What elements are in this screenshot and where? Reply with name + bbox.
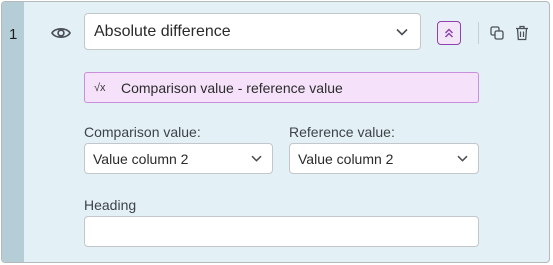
- heading-input[interactable]: [84, 216, 479, 247]
- chevron-down-icon: [457, 155, 468, 162]
- chevron-down-icon: [396, 28, 408, 36]
- trash-icon[interactable]: [514, 24, 530, 42]
- eye-icon[interactable]: [50, 24, 72, 42]
- calculation-type-value: Absolute difference: [94, 22, 231, 40]
- comparison-value-select[interactable]: Value column 2: [84, 143, 273, 174]
- toolbar-divider: [478, 22, 479, 44]
- row-number: 1: [9, 26, 18, 43]
- comparison-value-selected: Value column 2: [93, 150, 189, 167]
- heading-label: Heading: [84, 197, 137, 213]
- formula-banner: √x Comparison value - reference value: [84, 72, 479, 103]
- collapse-button[interactable]: [437, 21, 461, 45]
- calculation-type-select[interactable]: Absolute difference: [84, 13, 421, 50]
- square-root-icon: √x: [94, 81, 106, 94]
- reference-value-selected: Value column 2: [298, 150, 394, 167]
- comparison-value-label: Comparison value:: [84, 124, 201, 140]
- copy-icon[interactable]: [489, 24, 505, 42]
- reference-value-label: Reference value:: [289, 124, 395, 140]
- chevron-down-icon: [251, 155, 262, 162]
- formula-text: Comparison value - reference value: [121, 79, 343, 96]
- calculation-row-card: 1 Absolute difference √x Comparison valu…: [1, 1, 550, 263]
- chevrons-up-icon: [443, 27, 455, 39]
- reference-value-select[interactable]: Value column 2: [289, 143, 479, 174]
